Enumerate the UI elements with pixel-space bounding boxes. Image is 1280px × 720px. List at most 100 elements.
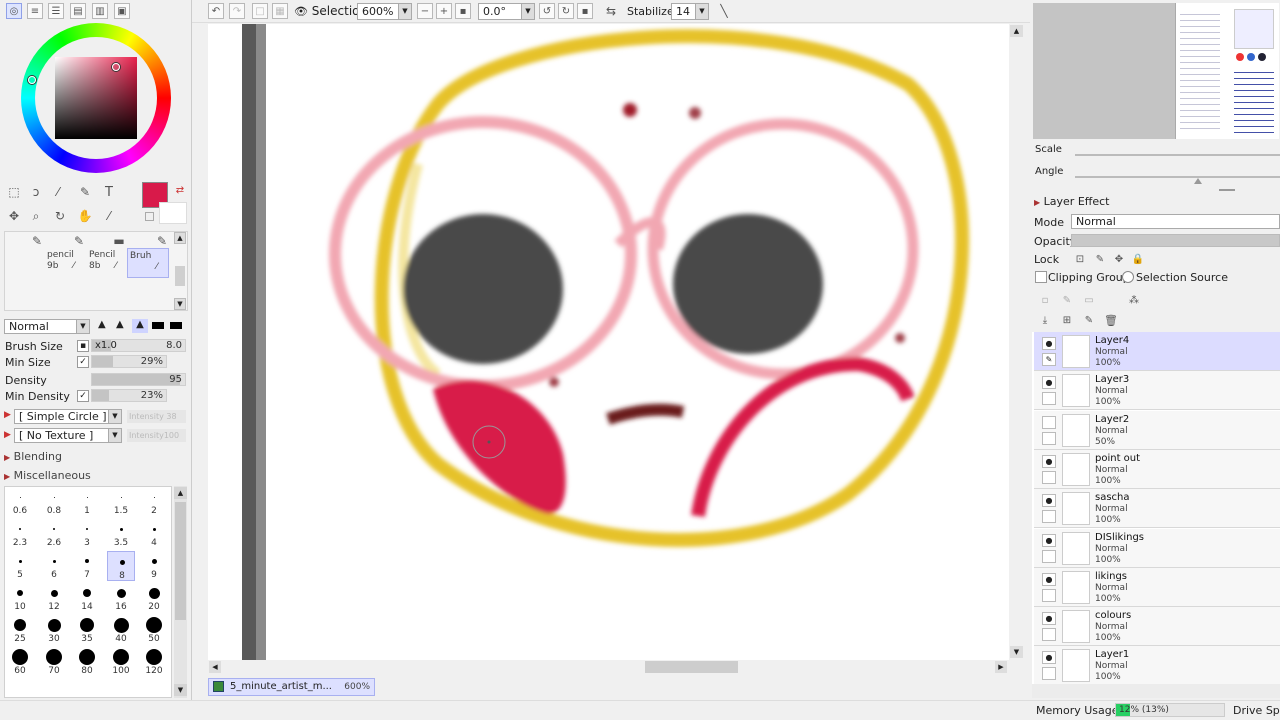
tip-hard-icon[interactable]: ▲ bbox=[132, 319, 148, 333]
marker-preset-icon[interactable]: ▬ bbox=[110, 232, 128, 250]
line-tool-icon[interactable]: ╲ bbox=[715, 2, 733, 20]
min-size-slider[interactable]: 29% bbox=[91, 355, 167, 368]
brush-size-option[interactable]: 0.8 bbox=[40, 487, 68, 517]
brush-size-option[interactable]: 70 bbox=[40, 647, 68, 677]
brush-preset-pencil-2[interactable]: Pencil 8b ⁄ bbox=[87, 249, 127, 277]
layer-row[interactable]: ● Layer3 Normal 100% bbox=[1034, 371, 1280, 411]
canvas-viewport[interactable] bbox=[208, 24, 1009, 660]
brush-size-option[interactable]: 6 bbox=[40, 551, 68, 581]
delete-layer-icon[interactable]: 🗑 bbox=[1102, 311, 1120, 329]
misc-section[interactable]: ▶ Miscellaneous bbox=[4, 469, 91, 482]
saturation-value-square[interactable] bbox=[55, 57, 137, 139]
blending-section[interactable]: ▶ Blending bbox=[4, 450, 62, 463]
brush-size-option[interactable]: 100 bbox=[107, 647, 135, 677]
background-color-swatch[interactable] bbox=[159, 202, 187, 224]
sv-marker[interactable] bbox=[112, 63, 120, 71]
tip-flat-icon[interactable] bbox=[152, 322, 164, 329]
lock-move-icon[interactable]: ✥ bbox=[1110, 250, 1128, 268]
merge-down-icon[interactable]: ⊞ bbox=[1058, 311, 1076, 329]
min-size-check[interactable]: ✓ bbox=[77, 356, 89, 368]
move-tool-icon[interactable]: ✥ bbox=[5, 207, 23, 225]
layer-row[interactable]: Layer2 Normal 50% bbox=[1034, 410, 1280, 450]
clear-layer-icon[interactable]: ✎ bbox=[1080, 311, 1098, 329]
lock-all-icon[interactable]: 🔒 bbox=[1129, 250, 1147, 268]
layer-effect-section[interactable]: ▶ Layer Effect bbox=[1034, 195, 1109, 208]
canvas-horizontal-scrollbar[interactable] bbox=[208, 660, 1009, 674]
blend-mode-select[interactable]: Normal ▼ bbox=[4, 319, 90, 334]
tip-medium-icon[interactable]: ▲ bbox=[116, 319, 124, 330]
redo-icon[interactable]: ↷ bbox=[229, 3, 245, 19]
scratchpad-tab-icon[interactable]: ▣ bbox=[114, 3, 130, 19]
pen-icon[interactable] bbox=[1042, 510, 1056, 524]
undo-icon[interactable]: ↶ bbox=[208, 3, 224, 19]
brush-size-option[interactable]: 40 bbox=[107, 615, 135, 645]
brush-size-pressure-check[interactable]: ▪ bbox=[77, 340, 89, 352]
brush-size-option[interactable]: 2.6 bbox=[40, 519, 68, 549]
angle-slider[interactable] bbox=[1075, 176, 1280, 178]
layer-row[interactable]: ● Layer1 Normal 100% bbox=[1034, 646, 1280, 684]
brush-texture-select[interactable]: [ No Texture ] ▼ bbox=[14, 428, 122, 443]
pen-preset-icon[interactable]: ✎ bbox=[70, 232, 88, 250]
lasso-tool-icon[interactable]: ↄ bbox=[27, 183, 45, 201]
hand-tool-icon[interactable]: ✋ bbox=[76, 207, 94, 225]
layer-row[interactable]: ● colours Normal 100% bbox=[1034, 607, 1280, 647]
pen-icon[interactable]: ✎ bbox=[1042, 353, 1056, 366]
flip-horizontal-icon[interactable]: ⇆ bbox=[602, 2, 620, 20]
layer-list-scrollbar[interactable] bbox=[1032, 684, 1280, 698]
eye-icon[interactable]: ● bbox=[1042, 454, 1056, 468]
stabilizer-select[interactable]: 14 ▼ bbox=[671, 3, 709, 20]
eye-icon[interactable]: ● bbox=[1042, 337, 1056, 350]
brush-size-option[interactable]: 35 bbox=[73, 615, 101, 645]
scroll-up-button[interactable]: ▲ bbox=[174, 487, 187, 499]
brush-size-option[interactable]: 14 bbox=[73, 583, 101, 613]
opacity-slider[interactable] bbox=[1071, 234, 1280, 247]
pen-icon[interactable] bbox=[1042, 588, 1056, 602]
zoom-out-icon[interactable]: − bbox=[417, 3, 433, 19]
eye-icon[interactable]: ● bbox=[1042, 533, 1056, 547]
brush-size-option[interactable]: 1.5 bbox=[107, 487, 135, 517]
brush-size-option[interactable]: 8 bbox=[107, 551, 135, 581]
canvas-vertical-scrollbar[interactable] bbox=[1009, 24, 1025, 660]
scroll-thumb[interactable] bbox=[645, 661, 738, 673]
brush-size-option[interactable]: 9 bbox=[140, 551, 168, 581]
eyedropper-tool-icon[interactable]: ⁄ bbox=[100, 207, 118, 225]
brush-size-option[interactable]: 2 bbox=[140, 487, 168, 517]
navigator-preview[interactable] bbox=[1033, 3, 1279, 139]
brush-size-slider[interactable]: x1.0 8.0 bbox=[91, 339, 186, 352]
rotate-tool-icon[interactable]: ↻ bbox=[51, 207, 69, 225]
brush-size-option[interactable]: 120 bbox=[140, 647, 168, 677]
swatches-tab-icon[interactable]: ▤ bbox=[70, 3, 86, 19]
tip-soft-icon[interactable]: ▲ bbox=[98, 319, 106, 330]
scroll-thumb[interactable] bbox=[175, 266, 185, 286]
scroll-left-button[interactable]: ◀ bbox=[209, 661, 221, 673]
brush-preset-pencil[interactable]: pencil 9b ⁄ bbox=[45, 249, 85, 277]
brush-size-option[interactable]: 0.6 bbox=[6, 487, 34, 517]
deselect-icon[interactable]: □ bbox=[252, 3, 268, 19]
eye-icon[interactable]: ● bbox=[1042, 376, 1056, 390]
brush-size-option[interactable]: 60 bbox=[6, 647, 34, 677]
zoom-select[interactable]: 600% ▼ bbox=[357, 3, 412, 20]
brush-size-option[interactable]: 12 bbox=[40, 583, 68, 613]
scroll-up-button[interactable]: ▲ bbox=[1010, 25, 1023, 37]
zoom-in-icon[interactable]: + bbox=[436, 3, 452, 19]
angle-slider-handle[interactable] bbox=[1194, 178, 1202, 184]
rgb-slider-tab-icon[interactable]: ≡ bbox=[27, 3, 43, 19]
transfer-down-icon[interactable]: ⤓ bbox=[1036, 311, 1054, 329]
brush-size-option[interactable]: 1 bbox=[73, 487, 101, 517]
eye-icon[interactable]: ● bbox=[1042, 612, 1056, 626]
min-density-check[interactable]: ✓ bbox=[77, 390, 89, 402]
layer-row[interactable]: ● likings Normal 100% bbox=[1034, 567, 1280, 607]
user-swatch-tab-icon[interactable]: ▥ bbox=[92, 3, 108, 19]
clipping-group-check[interactable] bbox=[1035, 271, 1047, 283]
rotate-reset-icon[interactable]: ▪ bbox=[577, 3, 593, 19]
tip-block-icon[interactable] bbox=[170, 322, 182, 329]
brush-shape-select[interactable]: [ Simple Circle ] ▼ bbox=[14, 409, 122, 424]
brush-size-option[interactable]: 20 bbox=[140, 583, 168, 613]
airbrush-preset-icon[interactable]: ✎ bbox=[28, 232, 46, 250]
lock-paint-icon[interactable]: ✎ bbox=[1091, 250, 1109, 268]
min-density-slider[interactable]: 23% bbox=[91, 389, 167, 402]
pen-icon[interactable] bbox=[1042, 431, 1056, 445]
brush-size-option[interactable]: 5 bbox=[6, 551, 34, 581]
eye-icon[interactable]: ● bbox=[1042, 651, 1056, 665]
select-pen-tool-icon[interactable]: ✎ bbox=[76, 183, 94, 201]
